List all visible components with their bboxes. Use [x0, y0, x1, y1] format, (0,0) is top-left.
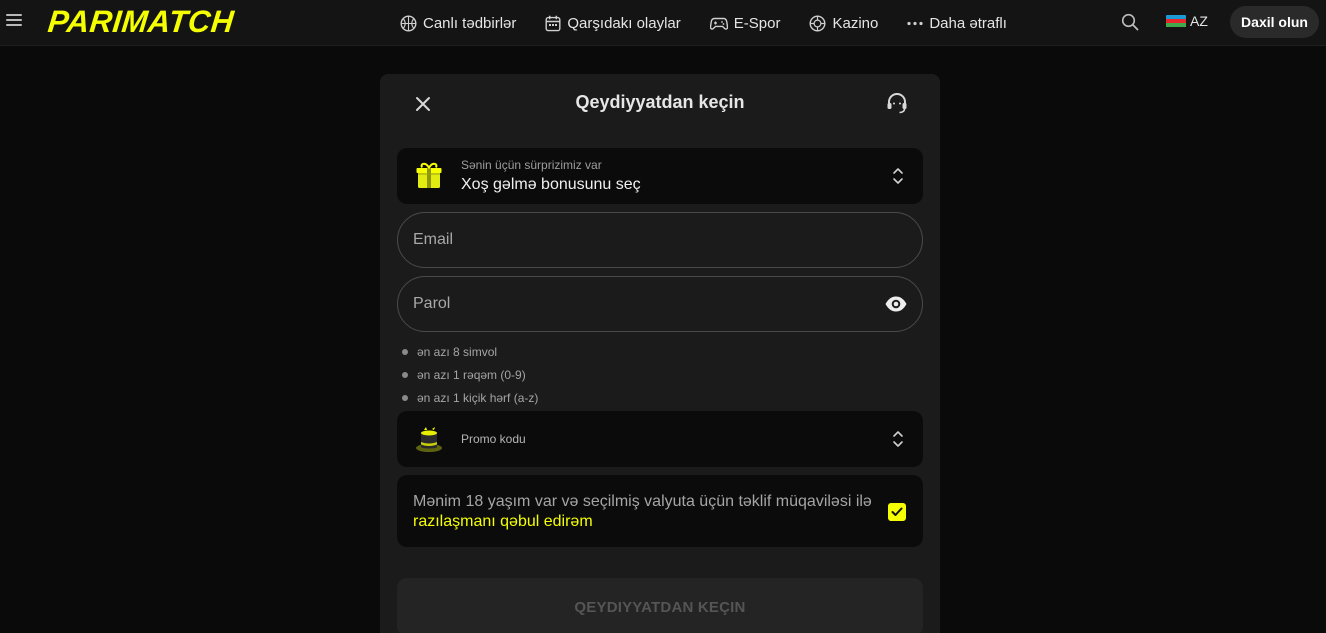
nav-item-casino[interactable]: Kazino	[809, 15, 878, 32]
bonus-selected-value: Xoş gəlmə bonusunu seç	[461, 176, 641, 193]
bullet-icon	[402, 394, 408, 401]
menu-icon[interactable]	[6, 14, 22, 30]
requirement-text: ən azı 1 rəqəm (0-9)	[417, 367, 526, 382]
checkmark-icon	[891, 507, 903, 516]
nav-item-label: E-Spor	[733, 14, 781, 32]
magic-hat-icon	[416, 427, 442, 452]
nav-item-label: Kazino	[832, 14, 879, 32]
nav-item-live-events[interactable]: Canlı tədbirlər	[400, 15, 516, 32]
bullet-icon	[402, 348, 408, 355]
nav-item-label: Canlı tədbirlər	[423, 14, 517, 32]
casino-chip-icon	[809, 14, 826, 32]
nav-item-upcoming-events[interactable]: Qarşıdakı olaylar	[545, 14, 681, 32]
terms-agreement: Mənim 18 yaşım var və seçilmiş valyuta ü…	[397, 475, 923, 547]
gamepad-icon	[709, 17, 728, 30]
bonus-subtitle: Sənin üçün sürprizimiz var	[461, 158, 602, 172]
agreement-statement: Mənim 18 yaşım var və seçilmiş valyuta ü…	[413, 493, 872, 510]
welcome-bonus-selector[interactable]: Sənin üçün sürprizimiz var Xoş gəlmə bon…	[397, 148, 923, 204]
login-button[interactable]: Daxil olun	[1230, 6, 1319, 38]
email-input[interactable]	[413, 213, 853, 267]
main-nav: Canlı tədbirlər Qarşıdakı olaylar E-Spor…	[400, 0, 1036, 46]
live-ball-icon	[400, 14, 417, 32]
language-selector[interactable]: AZ	[1166, 13, 1208, 29]
top-navigation-bar: PARIMATCH Canlı tədbirlər Qarşıdakı olay…	[0, 0, 1326, 46]
calendar-icon	[545, 15, 561, 31]
agreement-checkbox[interactable]	[888, 503, 906, 521]
requirement-text: ən azı 1 kiçik hərf (a-z)	[417, 390, 539, 405]
promo-code-expander[interactable]: Promo kodu	[397, 411, 923, 467]
agreement-text: Mənim 18 yaşım var və seçilmiş valyuta ü…	[413, 492, 883, 532]
nav-item-more[interactable]: Daha ətraflı	[907, 15, 1007, 32]
language-code: AZ	[1190, 13, 1208, 29]
promo-code-label: Promo kodu	[461, 432, 526, 446]
password-field-wrapper	[397, 276, 923, 332]
eye-icon[interactable]	[884, 293, 908, 315]
requirement-item: ən azı 1 kiçik hərf (a-z)	[402, 386, 538, 409]
nav-item-label: Daha ətraflı	[929, 14, 1007, 32]
register-submit-button[interactable]: QEYDIYYATDAN KEÇIN	[397, 578, 923, 633]
chevron-up-down-icon	[893, 431, 903, 447]
nav-item-esports[interactable]: E-Spor	[709, 14, 781, 32]
requirement-text: ən azı 8 simvol	[417, 344, 498, 359]
password-requirements: ən azı 8 simvol ən azı 1 rəqəm (0-9) ən …	[402, 340, 538, 409]
password-input[interactable]	[413, 277, 853, 331]
nav-item-label: Qarşıdakı olaylar	[567, 14, 681, 32]
parimatch-logo[interactable]: PARIMATCH	[46, 4, 236, 40]
requirement-item: ən azı 8 simvol	[402, 340, 538, 363]
email-field-wrapper	[397, 212, 923, 268]
registration-modal: Qeydiyyatdan keçin Sənin üçün sürprizimi…	[380, 74, 940, 633]
gift-icon	[416, 162, 442, 188]
more-dots-icon	[907, 21, 923, 25]
chevron-up-down-icon	[893, 168, 903, 184]
requirement-item: ən azı 1 rəqəm (0-9)	[402, 363, 538, 386]
support-headset-icon[interactable]	[885, 91, 909, 115]
modal-title: Qeydiyyatdan keçin	[575, 92, 745, 112]
agreement-link[interactable]: razılaşmanı qəbul edirəm	[413, 513, 593, 530]
bullet-icon	[402, 371, 408, 378]
azerbaijan-flag-icon	[1166, 14, 1186, 28]
search-icon[interactable]	[1121, 13, 1139, 31]
